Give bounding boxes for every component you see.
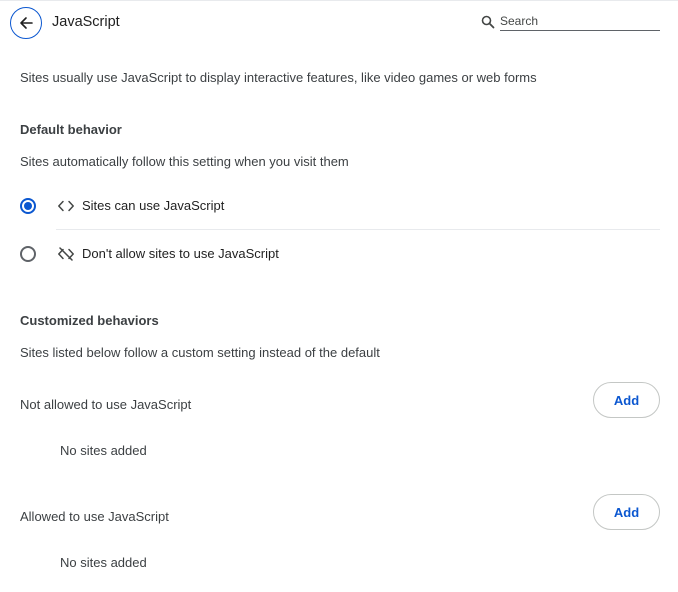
search-box[interactable]	[481, 13, 660, 31]
radio-label-block: Don't allow sites to use JavaScript	[82, 246, 279, 261]
radio-allow-javascript[interactable]: Sites can use JavaScript	[0, 183, 678, 229]
back-button[interactable]	[10, 7, 42, 39]
option-divider	[56, 229, 660, 230]
page-title: JavaScript	[52, 14, 120, 30]
not-allowed-empty-text: No sites added	[60, 443, 147, 458]
arrow-left-icon	[20, 17, 33, 29]
page-description: Sites usually use JavaScript to display …	[20, 70, 537, 85]
radio-button-unchecked[interactable]	[20, 246, 36, 262]
radio-dot	[24, 202, 32, 210]
top-divider	[0, 0, 678, 1]
not-allowed-list-title: Not allowed to use JavaScript	[20, 397, 192, 412]
search-icon	[481, 15, 495, 29]
add-not-allowed-site-button[interactable]: Add	[593, 382, 660, 418]
radio-label-allow: Sites can use JavaScript	[82, 198, 225, 213]
code-icon	[58, 200, 74, 212]
default-behavior-heading: Default behavior	[20, 122, 122, 137]
add-allowed-site-button[interactable]: Add	[593, 494, 660, 530]
allowed-list-title: Allowed to use JavaScript	[20, 509, 169, 524]
radio-block-javascript[interactable]: Don't allow sites to use JavaScript	[0, 231, 678, 277]
search-input[interactable]	[500, 13, 660, 31]
code-off-icon	[58, 247, 74, 261]
allowed-empty-text: No sites added	[60, 555, 147, 570]
radio-button-checked[interactable]	[20, 198, 36, 214]
customized-behaviors-subtitle: Sites listed below follow a custom setti…	[20, 345, 380, 360]
customized-behaviors-heading: Customized behaviors	[20, 313, 159, 328]
default-behavior-subtitle: Sites automatically follow this setting …	[20, 154, 349, 169]
